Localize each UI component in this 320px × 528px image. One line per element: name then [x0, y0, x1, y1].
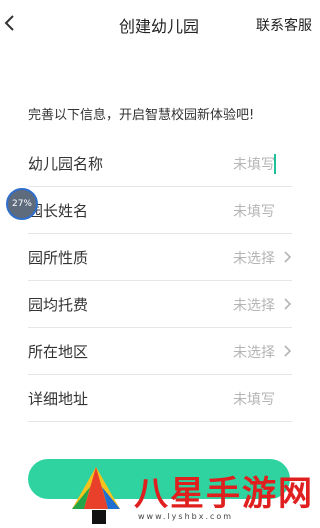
field-value: 未填写: [233, 392, 275, 408]
intro-text: 完善以下信息，开启智慧校园新体验吧!: [28, 108, 255, 123]
field-label: 幼儿园名称: [28, 155, 104, 173]
field-value: 未填写: [233, 157, 275, 173]
progress-badge[interactable]: 27%: [6, 188, 38, 220]
chevron-right-icon: [284, 251, 292, 263]
field-label: 园均托费: [28, 296, 89, 314]
field-label: 详细地址: [28, 390, 89, 408]
chevron-right-icon: [284, 298, 292, 310]
kindergarten-form: 幼儿园名称 未填写 园长姓名 未填写 园所性质 未选择 园均托费 未选择 所在地…: [28, 140, 292, 422]
field-value: 未选择: [233, 298, 275, 314]
kindergarten-type-select[interactable]: 园所性质 未选择: [28, 234, 292, 281]
field-value: 未填写: [233, 204, 275, 220]
average-fee-select[interactable]: 园均托费 未选择: [28, 281, 292, 328]
field-value: 未选择: [233, 251, 275, 267]
field-value: 未选择: [233, 345, 275, 361]
watermark-text: 八星手游网: [134, 474, 314, 514]
field-label: 所在地区: [28, 343, 89, 361]
watermark: 八星手游网 www.lyshbx.com: [60, 460, 318, 528]
principal-name-field[interactable]: 园长姓名 未填写: [28, 187, 292, 234]
watermark-url: www.lyshbx.com: [138, 512, 234, 521]
watermark-logo-icon: [72, 467, 120, 509]
detailed-address-field[interactable]: 详细地址 未填写: [28, 375, 292, 422]
chevron-right-icon: [284, 345, 292, 357]
text-cursor: [274, 154, 276, 174]
field-label: 园所性质: [28, 249, 89, 267]
header-bar: 创建幼儿园 联系客服: [0, 0, 318, 48]
contact-service-button[interactable]: 联系客服: [256, 15, 312, 35]
kindergarten-name-field[interactable]: 幼儿园名称 未填写: [28, 140, 292, 187]
region-select[interactable]: 所在地区 未选择: [28, 328, 292, 375]
windows-icon: [92, 510, 106, 524]
